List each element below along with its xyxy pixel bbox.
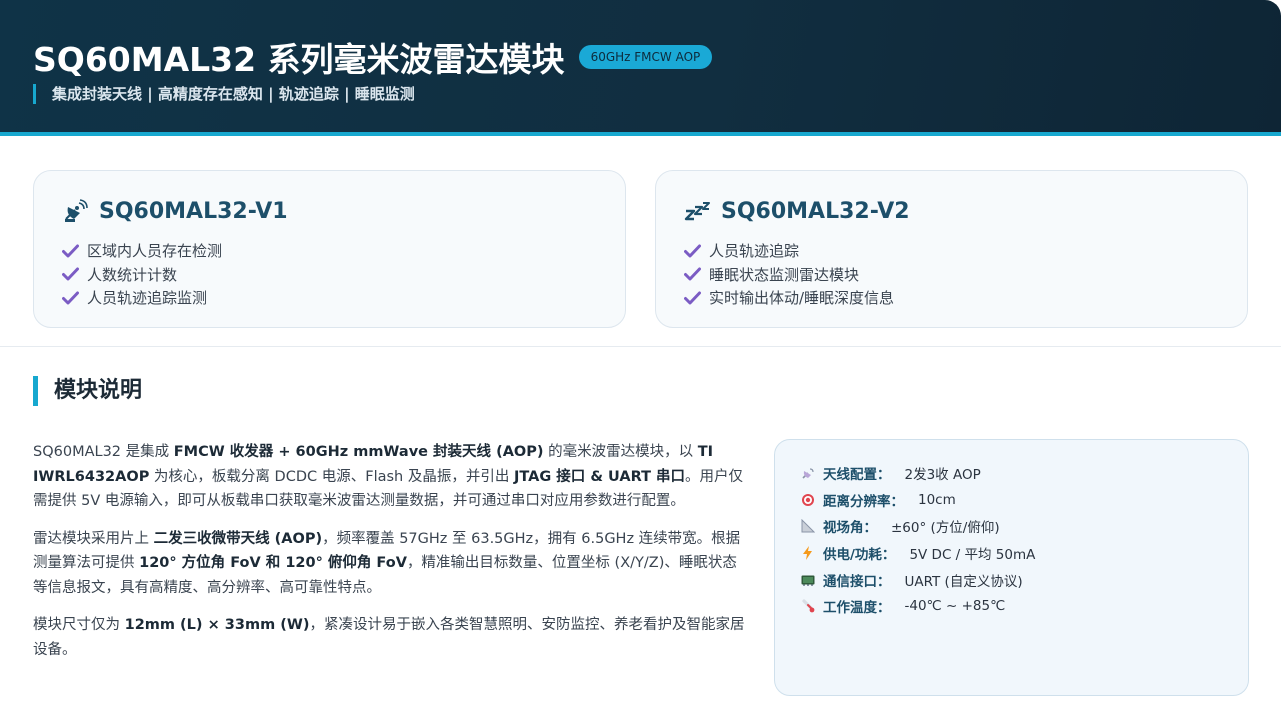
feature-list: 区域内人员存在检测 人数统计计数 人员轨迹追踪监测 bbox=[62, 239, 222, 310]
spec-list: 天线配置： 2发3收 AOP 距离分辨率： 10cm 视场角： ±60° (方位… bbox=[801, 460, 1035, 620]
bold-text: 12mm (L) × 33mm (W) bbox=[124, 617, 310, 633]
list-item: 区域内人员存在检测 bbox=[62, 239, 222, 263]
spec-row: 工作温度： -40℃ ~ +85℃ bbox=[801, 593, 1035, 620]
spec-label: 天线配置： bbox=[823, 467, 891, 484]
list-item: 人员轨迹追踪监测 bbox=[62, 286, 222, 310]
spec-value: UART (自定义协议) bbox=[904, 573, 1023, 590]
spec-row: 天线配置： 2发3收 AOP bbox=[801, 460, 1035, 487]
check-icon bbox=[62, 267, 79, 281]
feature-text: 人数统计计数 bbox=[87, 265, 178, 284]
feature-text: 睡眠状态监测雷达模块 bbox=[709, 265, 860, 284]
section-divider bbox=[0, 346, 1281, 347]
title-row: SQ60MAL32 系列毫米波雷达模块 60GHz FMCW AOP bbox=[33, 33, 713, 81]
model-card-v2: SQ60MAL32-V2 人员轨迹追踪 睡眠状态监测雷达模块 实时输出体动/睡眠… bbox=[655, 170, 1248, 328]
spec-label: 工作温度： bbox=[823, 600, 891, 617]
text-run: 雷达模块采用片上 bbox=[33, 530, 154, 547]
check-icon bbox=[62, 244, 79, 258]
paragraph: 雷达模块采用片上 二发三收微带天线 (AOP)，频率覆盖 57GHz 至 63.… bbox=[33, 527, 748, 601]
frequency-badge: 60GHz FMCW AOP bbox=[578, 45, 713, 69]
bold-text: 二发三收微带天线 (AOP) bbox=[153, 530, 323, 547]
card-header: SQ60MAL32-V1 bbox=[62, 197, 288, 225]
check-icon bbox=[62, 291, 79, 305]
text-run: 的毫米波雷达模块，以 bbox=[543, 444, 698, 460]
model-card-v1: SQ60MAL32-V1 区域内人员存在检测 人数统计计数 人员轨迹追踪监测 bbox=[33, 170, 626, 328]
satellite-dish-icon bbox=[62, 197, 90, 225]
card-title: SQ60MAL32-V2 bbox=[721, 198, 910, 224]
antenna-icon bbox=[801, 466, 815, 480]
lightning-icon bbox=[801, 546, 815, 561]
angle-icon bbox=[801, 519, 816, 533]
thermometer-icon bbox=[801, 599, 815, 613]
paragraph: 模块尺寸仅为 12mm (L) × 33mm (W)，紧凑设计易于嵌入各类智慧照… bbox=[33, 613, 748, 662]
spec-value: 10cm bbox=[918, 491, 956, 508]
text-run: SQ60MAL32 是集成 bbox=[33, 444, 174, 460]
spec-row: 供电/功耗： 5V DC / 平均 50mA bbox=[801, 540, 1035, 567]
page-header: SQ60MAL32 系列毫米波雷达模块 60GHz FMCW AOP 集成封装天… bbox=[0, 0, 1281, 136]
page-title: SQ60MAL32 系列毫米波雷达模块 bbox=[33, 40, 565, 79]
spec-row: 距离分辨率： 10cm bbox=[801, 487, 1035, 514]
page-subtitle: 集成封装天线 | 高精度存在感知 | 轨迹追踪 | 睡眠监测 bbox=[33, 84, 415, 104]
text-run: 为核心，板载分离 DCDC 电源、Flash 及晶振，并引出 bbox=[149, 468, 514, 485]
check-icon bbox=[684, 291, 701, 305]
spec-row: 视场角： ±60° (方位/俯仰) bbox=[801, 513, 1035, 540]
paragraph: SQ60MAL32 是集成 FMCW 收发器 + 60GHz mmWave 封装… bbox=[33, 440, 748, 514]
feature-text: 人员轨迹追踪 bbox=[709, 242, 800, 261]
target-icon bbox=[801, 493, 815, 507]
spec-value: 2发3收 AOP bbox=[904, 467, 981, 484]
spec-label: 通信接口： bbox=[823, 573, 891, 590]
bold-text: 120° 方位角 FoV 和 120° 俯仰角 FoV bbox=[139, 555, 407, 571]
spec-label: 供电/功耗： bbox=[823, 547, 896, 564]
sleep-zzz-icon bbox=[684, 197, 712, 225]
module-description: SQ60MAL32 是集成 FMCW 收发器 + 60GHz mmWave 封装… bbox=[33, 440, 748, 675]
spec-value: 5V DC / 平均 50mA bbox=[909, 547, 1036, 564]
chip-icon bbox=[801, 573, 815, 587]
feature-text: 人员轨迹追踪监测 bbox=[87, 289, 208, 308]
spec-row: 通信接口： UART (自定义协议) bbox=[801, 566, 1035, 593]
bold-text: JTAG 接口 & UART 串口 bbox=[513, 468, 686, 485]
feature-list: 人员轨迹追踪 睡眠状态监测雷达模块 实时输出体动/睡眠深度信息 bbox=[684, 239, 894, 310]
list-item: 人员轨迹追踪 bbox=[684, 239, 894, 263]
check-icon bbox=[684, 244, 701, 258]
feature-text: 区域内人员存在检测 bbox=[87, 242, 223, 261]
spec-label: 视场角： bbox=[823, 520, 877, 537]
spec-label: 距离分辨率： bbox=[823, 493, 904, 510]
spec-panel: 天线配置： 2发3收 AOP 距离分辨率： 10cm 视场角： ±60° (方位… bbox=[774, 439, 1249, 696]
list-item: 睡眠状态监测雷达模块 bbox=[684, 263, 894, 287]
card-title: SQ60MAL32-V1 bbox=[99, 198, 288, 224]
spec-value: -40℃ ~ +85℃ bbox=[904, 598, 1006, 615]
section-title: 模块说明 bbox=[33, 376, 142, 406]
check-icon bbox=[684, 267, 701, 281]
feature-text: 实时输出体动/睡眠深度信息 bbox=[709, 289, 895, 308]
text-run: 模块尺寸仅为 bbox=[33, 617, 125, 633]
bold-text: FMCW 收发器 + 60GHz mmWave 封装天线 (AOP) bbox=[173, 444, 544, 460]
card-header: SQ60MAL32-V2 bbox=[684, 197, 910, 225]
list-item: 实时输出体动/睡眠深度信息 bbox=[684, 286, 894, 310]
list-item: 人数统计计数 bbox=[62, 263, 222, 287]
spec-value: ±60° (方位/俯仰) bbox=[891, 520, 1000, 537]
